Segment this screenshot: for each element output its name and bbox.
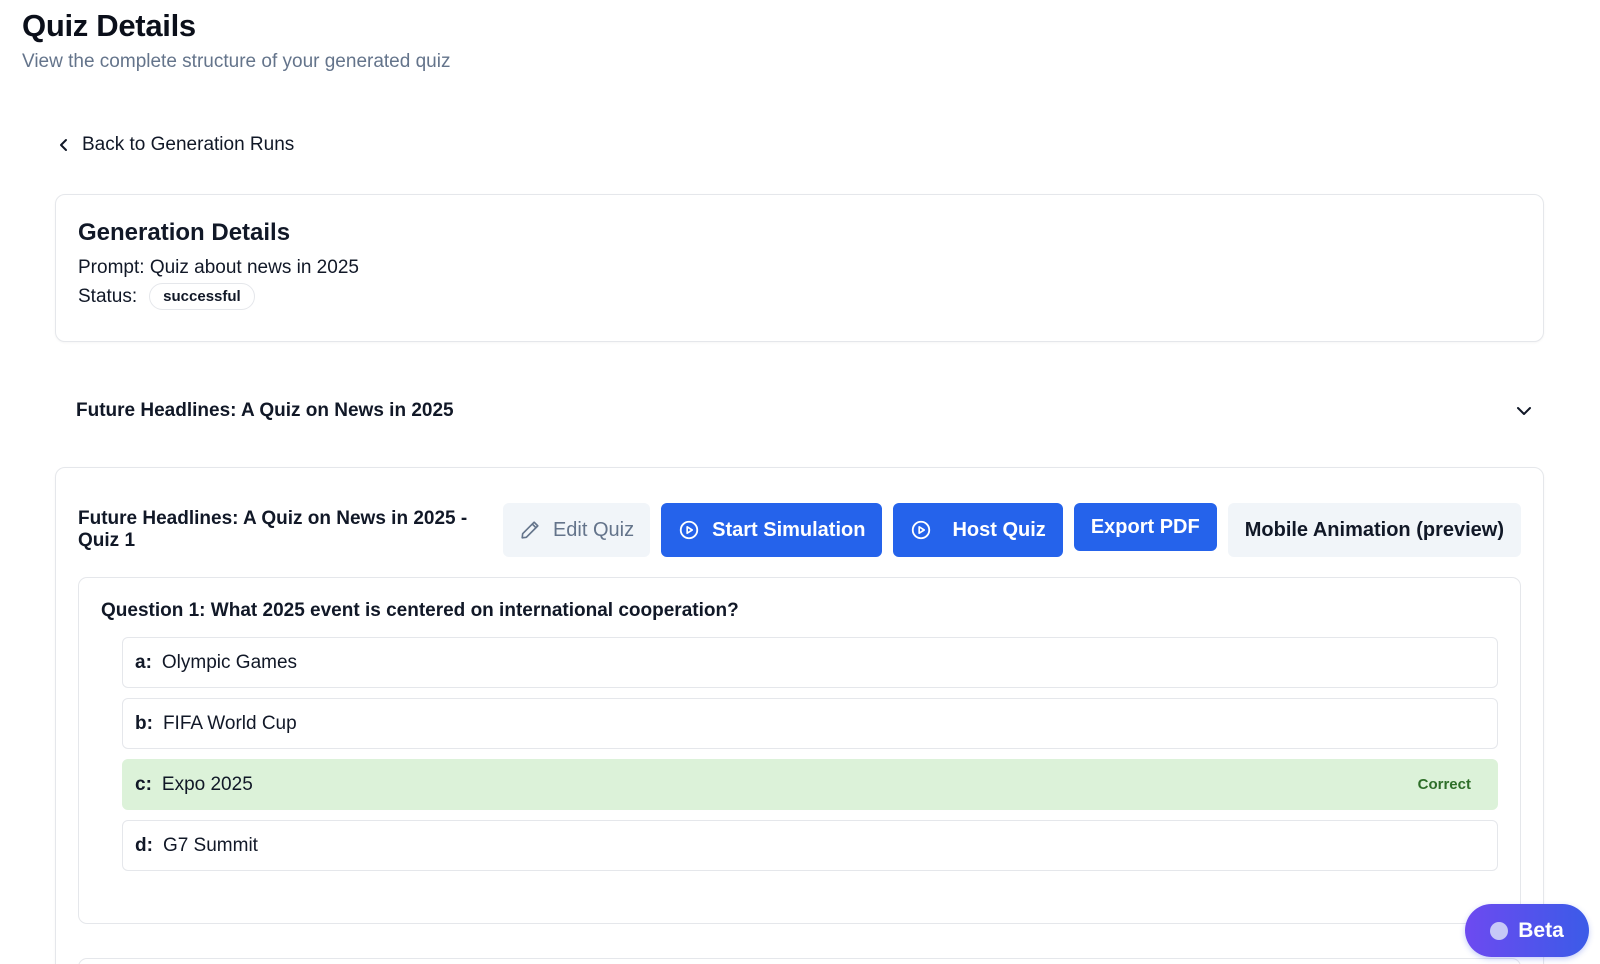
play-circle-icon — [912, 520, 931, 540]
page-header: Quiz Details View the complete structure… — [22, 8, 450, 73]
edit-quiz-label: Edit Quiz — [552, 518, 635, 541]
option-letter: a: — [135, 651, 152, 673]
status-badge: successful — [149, 283, 255, 310]
quiz-collection-title: Future Headlines: A Quiz on News in 2025 — [76, 400, 454, 421]
page-title: Quiz Details — [22, 8, 196, 43]
option-text: G7 Summit — [162, 834, 258, 856]
mobile-animation-button[interactable]: Mobile Animation (preview) — [1227, 503, 1521, 557]
status-label: Status: — [78, 285, 138, 307]
export-pdf-button[interactable]: Export PDF — [1073, 503, 1217, 551]
next-question-card — [78, 958, 1521, 964]
beta-dot-icon — [1490, 921, 1509, 940]
prompt-row: Prompt: Quiz about news in 2025 — [78, 257, 1521, 279]
question-text: Question 1: What 2025 event is centered … — [101, 600, 739, 621]
quiz-card: Future Headlines: A Quiz on News in 2025… — [55, 467, 1544, 964]
generation-details-title: Generation Details — [78, 219, 291, 246]
option-d: d: G7 Summit — [122, 820, 1498, 871]
option-text: Olympic Games — [161, 651, 298, 673]
question-card: Question 1: What 2025 event is centered … — [78, 577, 1521, 924]
beta-button[interactable]: Beta — [1465, 904, 1589, 957]
start-simulation-button[interactable]: Start Simulation — [661, 503, 883, 557]
beta-label: Beta — [1518, 918, 1564, 942]
option-letter: d: — [135, 834, 153, 856]
back-link-label: Back to Generation Runs — [82, 134, 295, 155]
host-quiz-button[interactable]: Host Quiz — [893, 503, 1063, 557]
start-simulation-label: Start Simulation — [712, 518, 866, 541]
quiz-header: Future Headlines: A Quiz on News in 2025… — [78, 490, 1521, 570]
host-quiz-label: Host Quiz — [952, 518, 1046, 541]
correct-badge: Correct — [1417, 776, 1471, 793]
options-list: a: Olympic Games b: FIFA World Cup c: Ex… — [122, 637, 1498, 871]
generation-details-card: Generation Details Prompt: Quiz about ne… — [55, 194, 1544, 342]
prompt-value: Quiz about news in 2025 — [149, 257, 359, 278]
page-subtitle: View the complete structure of your gene… — [22, 51, 451, 72]
quiz-title: Future Headlines: A Quiz on News in 2025… — [78, 508, 468, 551]
option-b: b: FIFA World Cup — [122, 698, 1498, 749]
option-text: FIFA World Cup — [162, 712, 297, 734]
quiz-collection-toggle[interactable]: Future Headlines: A Quiz on News in 2025 — [76, 400, 1532, 422]
status-row: Status: successful — [78, 283, 1521, 310]
prompt-label: Prompt: — [78, 257, 145, 278]
edit-quiz-button[interactable]: Edit Quiz — [502, 503, 651, 557]
option-letter: c: — [135, 773, 152, 795]
chevron-down-icon[interactable] — [1516, 406, 1532, 416]
option-text: Expo 2025 — [161, 773, 253, 795]
chevron-left-icon — [60, 139, 67, 151]
option-letter: b: — [135, 712, 153, 734]
option-c: c: Expo 2025 Correct — [122, 759, 1498, 810]
pencil-icon — [521, 521, 539, 539]
option-a: a: Olympic Games — [122, 637, 1498, 688]
play-circle-icon — [679, 520, 699, 540]
back-to-generation-runs-link[interactable]: Back to Generation Runs — [58, 134, 294, 156]
